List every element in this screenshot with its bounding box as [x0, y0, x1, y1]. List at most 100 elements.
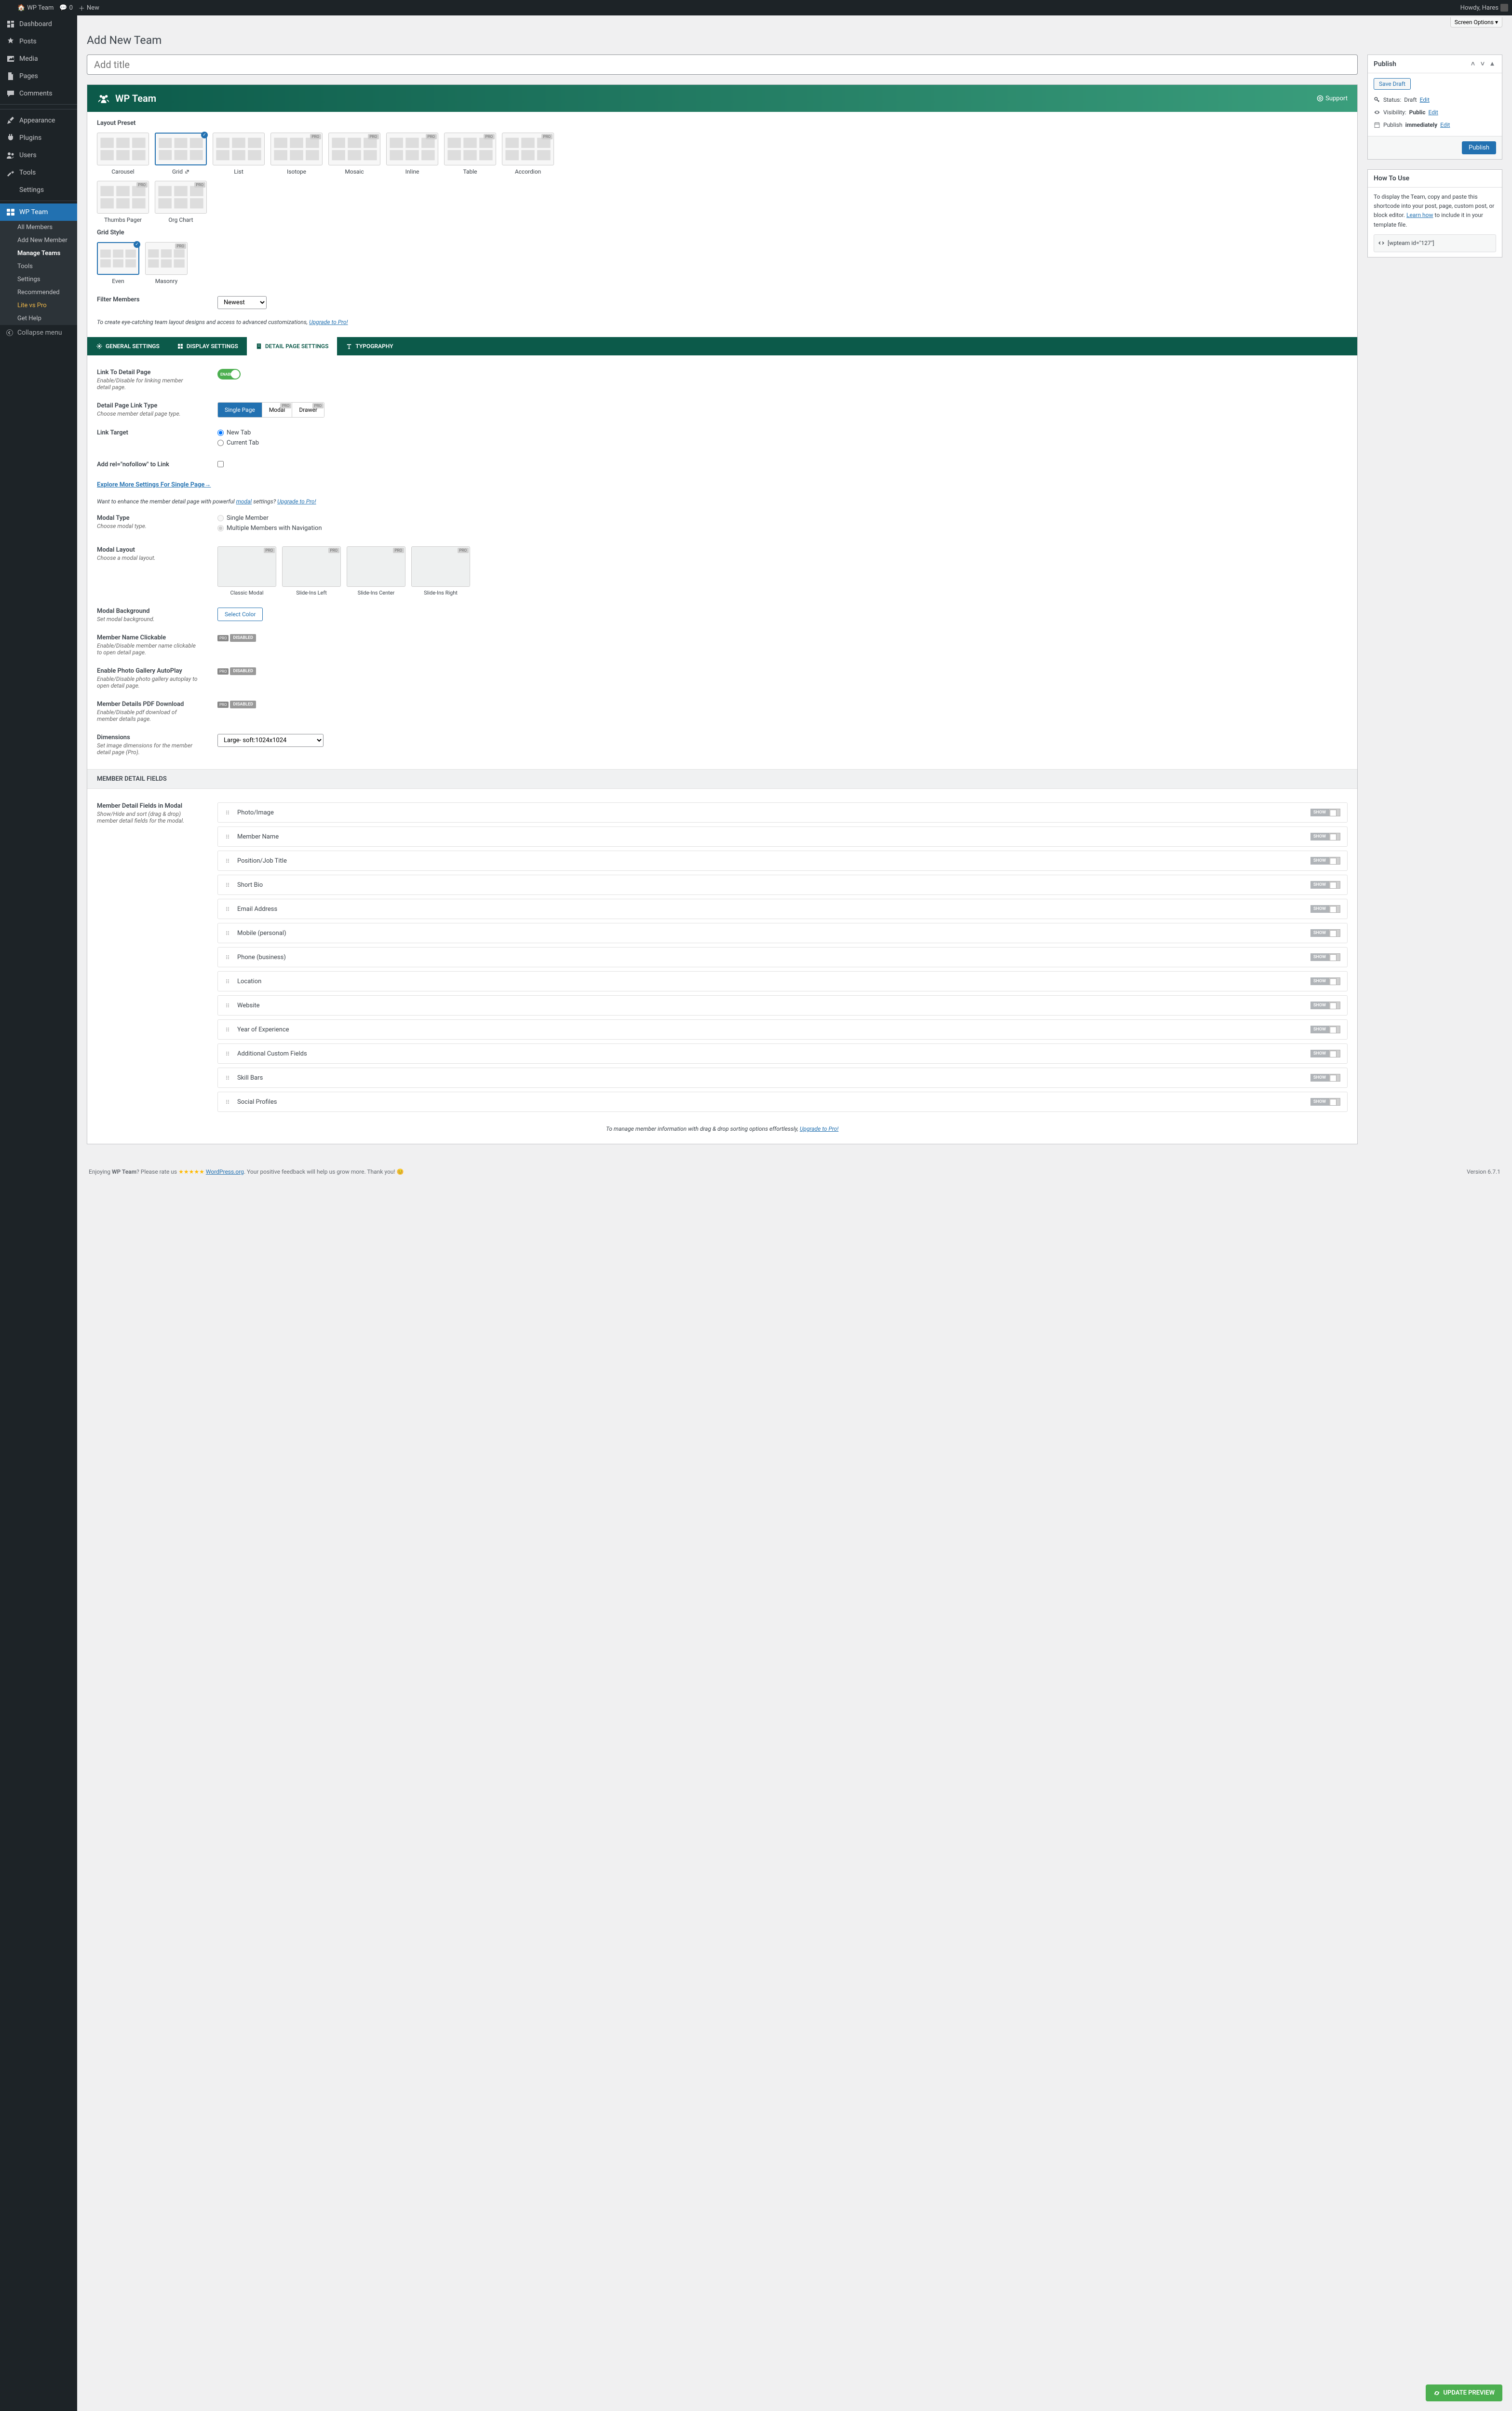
submenu-add-new-member[interactable]: Add New Member	[0, 234, 77, 247]
field-show-toggle[interactable]: SHOW	[1310, 929, 1340, 937]
drag-icon[interactable]	[225, 882, 230, 888]
menu-posts[interactable]: Posts	[0, 33, 77, 50]
save-draft-button[interactable]: Save Draft	[1374, 78, 1411, 90]
menu-media[interactable]: Media	[0, 50, 77, 68]
drag-icon[interactable]	[225, 1099, 230, 1105]
update-preview-button[interactable]: UPDATE PREVIEW	[1426, 2384, 1502, 2401]
edit-status-link[interactable]: Edit	[1420, 96, 1430, 103]
upgrade-pro-link-2[interactable]: Upgrade to Pro!	[800, 1125, 838, 1132]
wp-logo[interactable]	[4, 4, 12, 12]
autoplay-toggle[interactable]: PRODISABLED	[217, 667, 1348, 675]
box-down-icon[interactable]: ˅	[1479, 60, 1486, 68]
modal-type-option[interactable]: Single Member	[217, 515, 1348, 522]
dimensions-select[interactable]: Large- soft:1024x1024	[217, 734, 324, 747]
field-show-toggle[interactable]: SHOW	[1310, 1002, 1340, 1009]
pdf-toggle[interactable]: PRODISABLED	[217, 701, 1348, 708]
modal-layout-classic-modal[interactable]: PROClassic Modal	[217, 546, 276, 596]
link-type-modal[interactable]: ModalPRO	[262, 403, 293, 417]
field-show-toggle[interactable]: SHOW	[1310, 977, 1340, 985]
explore-more-link[interactable]: Explore More Settings For Single Page→	[97, 481, 211, 488]
new-content[interactable]: ＋ New	[79, 3, 99, 13]
submenu-lite-vs-pro[interactable]: Lite vs Pro	[0, 299, 77, 312]
drag-icon[interactable]	[225, 858, 230, 864]
screen-options-button[interactable]: Screen Options ▾	[1450, 17, 1502, 27]
preset-list[interactable]: List	[213, 133, 265, 175]
tab-detail-page-settings[interactable]: DETAIL PAGE SETTINGS	[247, 337, 338, 355]
field-show-toggle[interactable]: SHOW	[1310, 953, 1340, 961]
menu-tools[interactable]: Tools	[0, 164, 77, 181]
drag-icon[interactable]	[225, 834, 230, 840]
field-show-toggle[interactable]: SHOW	[1310, 881, 1340, 889]
detail-field-row[interactable]: WebsiteSHOW	[217, 995, 1348, 1016]
preset-grid[interactable]: ✓Grid	[155, 133, 207, 175]
box-up-icon[interactable]: ˄	[1469, 60, 1477, 68]
preset-isotope[interactable]: PROIsotope	[270, 133, 323, 175]
menu-wp-team[interactable]: WP Team	[0, 203, 77, 221]
tab-typography[interactable]: TYPOGRAPHY	[337, 337, 402, 355]
user-greeting[interactable]: Howdy, Hares	[1460, 4, 1508, 12]
preset-carousel[interactable]: Carousel	[97, 133, 149, 175]
drag-icon[interactable]	[225, 1002, 230, 1008]
submenu-all-members[interactable]: All Members	[0, 221, 77, 234]
publish-button[interactable]: Publish	[1462, 141, 1496, 154]
field-show-toggle[interactable]: SHOW	[1310, 857, 1340, 865]
preset-accordion[interactable]: PROAccordion	[502, 133, 554, 175]
wporg-link[interactable]: WordPress.org	[206, 1168, 244, 1175]
preset-thumbs-pager[interactable]: PROThumbs Pager	[97, 181, 149, 223]
shortcode-box[interactable]: [wpteam id="127"]	[1374, 234, 1496, 252]
menu-pages[interactable]: Pages	[0, 68, 77, 85]
detail-field-row[interactable]: Social ProfilesSHOW	[217, 1092, 1348, 1112]
detail-field-row[interactable]: Skill BarsSHOW	[217, 1068, 1348, 1088]
select-color-button[interactable]: Select Color	[217, 608, 263, 621]
modal-type-option[interactable]: Multiple Members with Navigation	[217, 525, 1348, 532]
drag-icon[interactable]	[225, 1027, 230, 1032]
tab-display-settings[interactable]: DISPLAY SETTINGS	[168, 337, 247, 355]
link-target-current-tab[interactable]: Current Tab	[217, 439, 1348, 447]
detail-field-row[interactable]: Phone (business)SHOW	[217, 947, 1348, 967]
field-show-toggle[interactable]: SHOW	[1310, 1074, 1340, 1082]
menu-plugins[interactable]: Plugins	[0, 129, 77, 147]
submenu-tools[interactable]: Tools	[0, 260, 77, 273]
menu-settings[interactable]: Settings	[0, 181, 77, 199]
post-title-input[interactable]	[87, 54, 1358, 75]
learn-how-link[interactable]: Learn how	[1406, 212, 1433, 218]
field-show-toggle[interactable]: SHOW	[1310, 1050, 1340, 1057]
field-show-toggle[interactable]: SHOW	[1310, 1026, 1340, 1033]
field-show-toggle[interactable]: SHOW	[1310, 833, 1340, 840]
filter-members-select[interactable]: Newest	[217, 296, 267, 309]
link-type-single-page[interactable]: Single Page	[218, 403, 262, 417]
field-show-toggle[interactable]: SHOW	[1310, 905, 1340, 913]
submenu-settings[interactable]: Settings	[0, 273, 77, 286]
drag-icon[interactable]	[225, 954, 230, 960]
drag-icon[interactable]	[225, 1051, 230, 1057]
submenu-manage-teams[interactable]: Manage Teams	[0, 247, 77, 260]
modal-layout-slide-ins-right[interactable]: PROSlide-Ins Right	[411, 546, 470, 596]
detail-field-row[interactable]: LocationSHOW	[217, 971, 1348, 991]
field-show-toggle[interactable]: SHOW	[1310, 809, 1340, 816]
submenu-get-help[interactable]: Get Help	[0, 312, 77, 325]
detail-field-row[interactable]: Member NameSHOW	[217, 826, 1348, 847]
comments-link[interactable]: 💬 0	[59, 4, 73, 12]
nofollow-checkbox[interactable]	[217, 461, 224, 467]
preset-org-chart[interactable]: PROOrg Chart	[155, 181, 207, 223]
tab-general-settings[interactable]: GENERAL SETTINGS	[87, 337, 168, 355]
detail-field-row[interactable]: Position/Job TitleSHOW	[217, 851, 1348, 871]
box-toggle-icon[interactable]: ▴	[1488, 60, 1496, 68]
menu-users[interactable]: Users	[0, 147, 77, 164]
drag-icon[interactable]	[225, 978, 230, 984]
detail-field-row[interactable]: Email AddressSHOW	[217, 899, 1348, 919]
support-link[interactable]: Support	[1317, 95, 1348, 102]
preset-masonry[interactable]: PROMasonry	[145, 242, 188, 284]
link-target-new-tab[interactable]: New Tab	[217, 429, 1348, 436]
detail-field-row[interactable]: Mobile (personal)SHOW	[217, 923, 1348, 943]
upgrade-pro-link[interactable]: Upgrade to Pro!	[309, 319, 348, 325]
name-clickable-toggle[interactable]: PRODISABLED	[217, 634, 1348, 642]
edit-schedule-link[interactable]: Edit	[1440, 122, 1450, 128]
modal-layout-slide-ins-center[interactable]: PROSlide-Ins Center	[347, 546, 405, 596]
link-detail-toggle[interactable]: ENABLED	[217, 369, 241, 379]
collapse-menu[interactable]: Collapse menu	[0, 325, 77, 340]
drag-icon[interactable]	[225, 906, 230, 912]
link-type-drawer[interactable]: DrawerPRO	[292, 403, 324, 417]
detail-field-row[interactable]: Year of ExperienceSHOW	[217, 1019, 1348, 1040]
menu-appearance[interactable]: Appearance	[0, 112, 77, 129]
